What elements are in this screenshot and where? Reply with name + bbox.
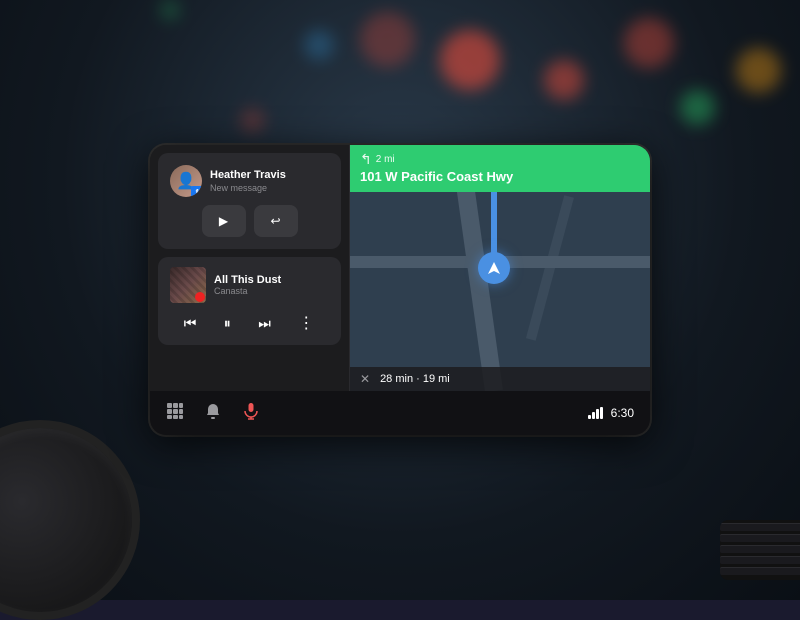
more-button[interactable]: ⋮ xyxy=(292,311,321,335)
nav-distance: ↰ 2 mi xyxy=(360,151,640,168)
signal-bar-2 xyxy=(592,412,595,419)
signal-bars xyxy=(588,407,603,419)
navigation-footer: ✕ 28 min · 19 mi xyxy=(350,367,650,391)
android-auto-screen: 👤 f Heather Travis New message ▶ ↩ xyxy=(150,145,650,435)
screen-main-area: 👤 f Heather Travis New message ▶ ↩ xyxy=(150,145,650,391)
messenger-icon: f xyxy=(191,186,202,197)
nav-close-icon[interactable]: ✕ xyxy=(360,372,370,386)
dashboard-background: 👤 f Heather Travis New message ▶ ↩ xyxy=(0,0,800,600)
navigation-arrow xyxy=(478,252,510,284)
music-text: All This Dust Canasta xyxy=(214,274,329,296)
music-app-dot xyxy=(195,292,205,302)
music-header: All This Dust Canasta xyxy=(170,267,329,303)
message-header: 👤 f Heather Travis New message xyxy=(170,165,329,197)
message-subtitle: New message xyxy=(210,183,329,193)
mic-icon[interactable] xyxy=(242,402,260,425)
signal-bar-3 xyxy=(596,409,599,419)
album-art xyxy=(170,267,206,303)
navigation-arrow-container xyxy=(478,252,510,284)
next-button[interactable]: ⏭ xyxy=(252,313,277,334)
map-panel: ↰ 2 mi 101 W Pacific Coast Hwy ✕ 28 min … xyxy=(350,145,650,391)
message-actions: ▶ ↩ xyxy=(170,205,329,237)
clock: 6:30 xyxy=(611,406,634,420)
turn-arrow-icon: ↰ xyxy=(360,151,372,168)
distance-text: 2 mi xyxy=(376,154,395,165)
reply-button[interactable]: ↩ xyxy=(254,205,298,237)
dashboard-vent xyxy=(720,520,800,580)
bottom-bar: 6:30 xyxy=(150,391,650,435)
song-title: All This Dust xyxy=(214,274,329,286)
signal-bar-1 xyxy=(588,415,591,419)
play-button[interactable]: ▶ xyxy=(202,205,246,237)
grid-icon[interactable] xyxy=(166,402,184,425)
prev-button[interactable]: ⏮ xyxy=(178,313,203,334)
artist-name: Canasta xyxy=(214,286,329,296)
music-controls: ⏮ ⏸ ⏭ ⋮ xyxy=(170,311,329,335)
message-text-info: Heather Travis New message xyxy=(210,169,329,192)
pause-button[interactable]: ⏸ xyxy=(218,313,237,334)
nav-eta: 28 min · 19 mi xyxy=(380,373,450,385)
steering-wheel xyxy=(0,420,140,620)
status-area: 6:30 xyxy=(588,406,634,420)
left-panel: 👤 f Heather Travis New message ▶ ↩ xyxy=(150,145,350,391)
navigation-header: ↰ 2 mi 101 W Pacific Coast Hwy xyxy=(350,145,650,192)
bottom-nav xyxy=(166,402,260,425)
nav-street: 101 W Pacific Coast Hwy xyxy=(360,169,640,184)
signal-bar-4 xyxy=(600,407,603,419)
bell-icon[interactable] xyxy=(204,402,222,425)
avatar: 👤 f xyxy=(170,165,202,197)
message-card[interactable]: 👤 f Heather Travis New message ▶ ↩ xyxy=(158,153,341,249)
sender-name: Heather Travis xyxy=(210,169,329,182)
music-card[interactable]: All This Dust Canasta ⏮ ⏸ ⏭ ⋮ xyxy=(158,257,341,345)
arrow-icon xyxy=(486,260,502,276)
